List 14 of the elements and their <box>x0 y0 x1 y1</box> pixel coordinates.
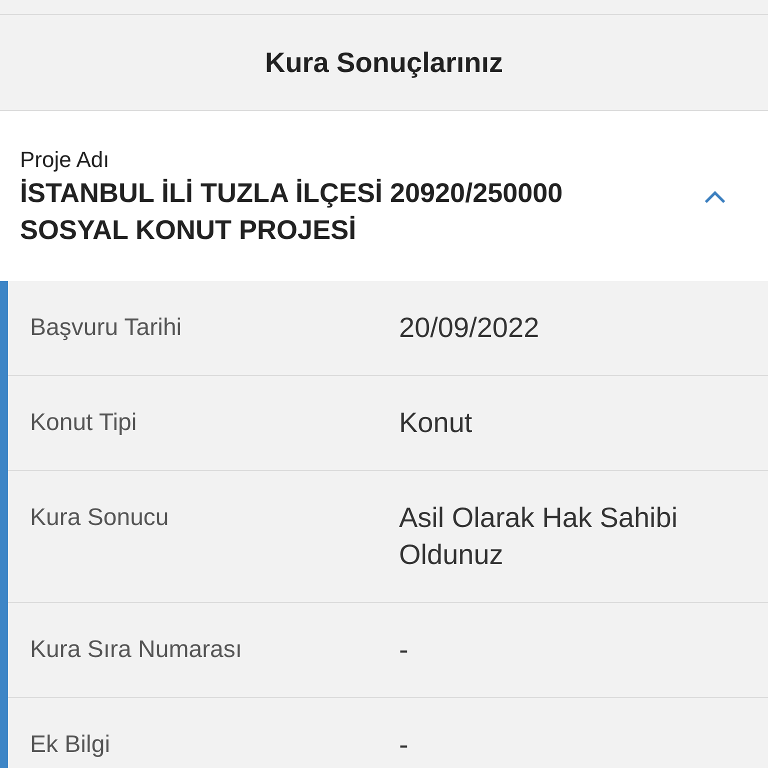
page-title: Kura Sonuçlarınız <box>264 46 504 78</box>
field-value: - <box>399 728 410 762</box>
field-value: - <box>399 633 410 667</box>
field-value: Asil Olarak Hak Sahibi Oldunuz <box>399 501 679 572</box>
field-label: Kura Sonucu <box>30 503 170 533</box>
field-label: Konut Tipi <box>30 408 138 438</box>
field-value: Konut <box>399 406 474 440</box>
field-label: Başvuru Tarihi <box>30 313 183 343</box>
field-value: 20/09/2022 <box>399 311 540 345</box>
field-label: Kura Sıra Numarası <box>30 635 244 665</box>
project-label: Proje Adı <box>20 146 110 174</box>
chevron-up-icon[interactable] <box>704 190 726 204</box>
project-name: İSTANBUL İLİ TUZLA İLÇESİ 20920/250000 SOSYAL KONUT PROJESİ <box>20 177 564 247</box>
field-label: Ek Bilgi <box>30 730 112 760</box>
